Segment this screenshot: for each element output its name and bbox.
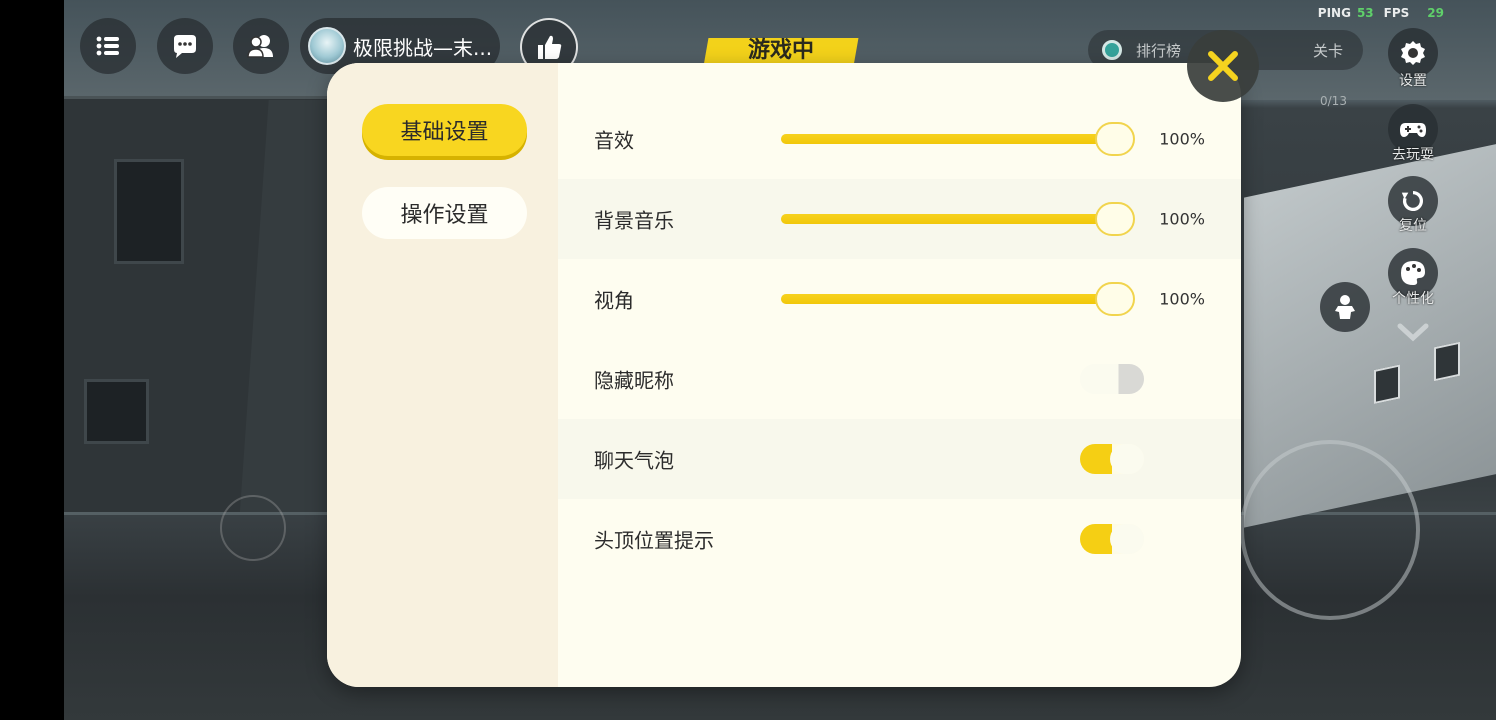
reset-icon (1401, 190, 1423, 212)
building-window (1374, 364, 1400, 404)
setting-label: 头顶位置提示 (594, 528, 714, 553)
ping-label: PING 53 (1317, 6, 1374, 20)
ping-value: 53 (1356, 6, 1374, 20)
slider-value: 100% (1159, 129, 1205, 149)
slider-fill (781, 214, 1133, 224)
setting-row-chat-bubble: 聊天气泡 (558, 419, 1241, 499)
setting-label: 视角 (594, 288, 634, 313)
play-label: 去玩耍 (1392, 147, 1434, 163)
faded-action-button (220, 495, 286, 561)
menu-button[interactable] (80, 18, 136, 74)
chevron-down-icon[interactable] (1396, 320, 1430, 344)
slider-fill (781, 134, 1133, 144)
building-window (1434, 341, 1460, 382)
fps-label: FPS 29 (1383, 6, 1444, 20)
list-icon (96, 36, 119, 56)
building-window (84, 379, 149, 444)
building-window (114, 159, 184, 264)
character-icon (1335, 295, 1355, 319)
background-music-slider[interactable] (781, 202, 1135, 236)
setting-label: 背景音乐 (594, 208, 674, 233)
setting-row-background-music: 背景音乐 100% (558, 179, 1241, 259)
setting-label: 隐藏昵称 (594, 368, 674, 393)
movement-joystick[interactable] (1240, 440, 1420, 620)
game-status: 游戏中 (747, 38, 814, 63)
emote-button[interactable] (1320, 282, 1370, 332)
toggle-knob (1110, 524, 1144, 554)
tab-control-settings[interactable]: 操作设置 (362, 187, 527, 239)
toggle-knob (1110, 444, 1144, 474)
chat-bubble-icon (174, 35, 196, 58)
chat-button[interactable] (157, 18, 213, 74)
sound-effects-slider[interactable] (781, 122, 1135, 156)
settings-panel: 基础设置 操作设置 音效 100% 背景音乐 100% 视角 100% 隐藏昵称… (327, 63, 1241, 687)
slider-thumb[interactable] (1095, 122, 1135, 156)
toggle-knob (1080, 364, 1114, 394)
setting-label: 聊天气泡 (594, 448, 674, 473)
gamepad-icon (1400, 123, 1426, 137)
setting-row-hide-nickname: 隐藏昵称 (558, 339, 1241, 419)
slider-fill (781, 294, 1133, 304)
thumbs-up-icon (538, 35, 562, 59)
hide-nickname-toggle[interactable] (1080, 364, 1144, 394)
setting-row-sound-effects: 音效 100% (558, 99, 1241, 179)
network-stats: PING 53 FPS 29 (1318, 6, 1444, 20)
room-avatar (308, 27, 346, 65)
customize-label: 个性化 (1392, 291, 1434, 307)
slider-value: 100% (1159, 289, 1205, 309)
level-progress: 0/13 (1320, 94, 1347, 108)
close-button[interactable] (1187, 30, 1259, 102)
tab-basic-settings[interactable]: 基础设置 (362, 104, 527, 156)
close-icon (1208, 51, 1238, 81)
leaderboard-icon (1102, 40, 1122, 60)
leaderboard-label: 排行榜 (1136, 42, 1182, 60)
settings-label: 设置 (1399, 73, 1427, 89)
settings-tab-sidebar: 基础设置 操作设置 (327, 63, 558, 687)
fps-value: 29 (1427, 6, 1444, 20)
palette-icon (1401, 261, 1425, 285)
room-name: 极限挑战—末... (353, 35, 493, 60)
setting-label: 音效 (594, 128, 634, 153)
overhead-position-hint-toggle[interactable] (1080, 524, 1144, 554)
setting-row-camera-angle: 视角 100% (558, 259, 1241, 339)
gear-icon (1401, 41, 1425, 65)
slider-thumb[interactable] (1095, 202, 1135, 236)
reset-label: 复位 (1399, 218, 1427, 234)
slider-thumb[interactable] (1095, 282, 1135, 316)
level-label: 关卡 (1312, 42, 1343, 60)
friends-icon (247, 35, 273, 58)
camera-angle-slider[interactable] (781, 282, 1135, 316)
slider-value: 100% (1159, 209, 1205, 229)
setting-row-overhead-position-hint: 头顶位置提示 (558, 499, 1241, 579)
friends-button[interactable] (233, 18, 289, 74)
chat-bubble-toggle[interactable] (1080, 444, 1144, 474)
